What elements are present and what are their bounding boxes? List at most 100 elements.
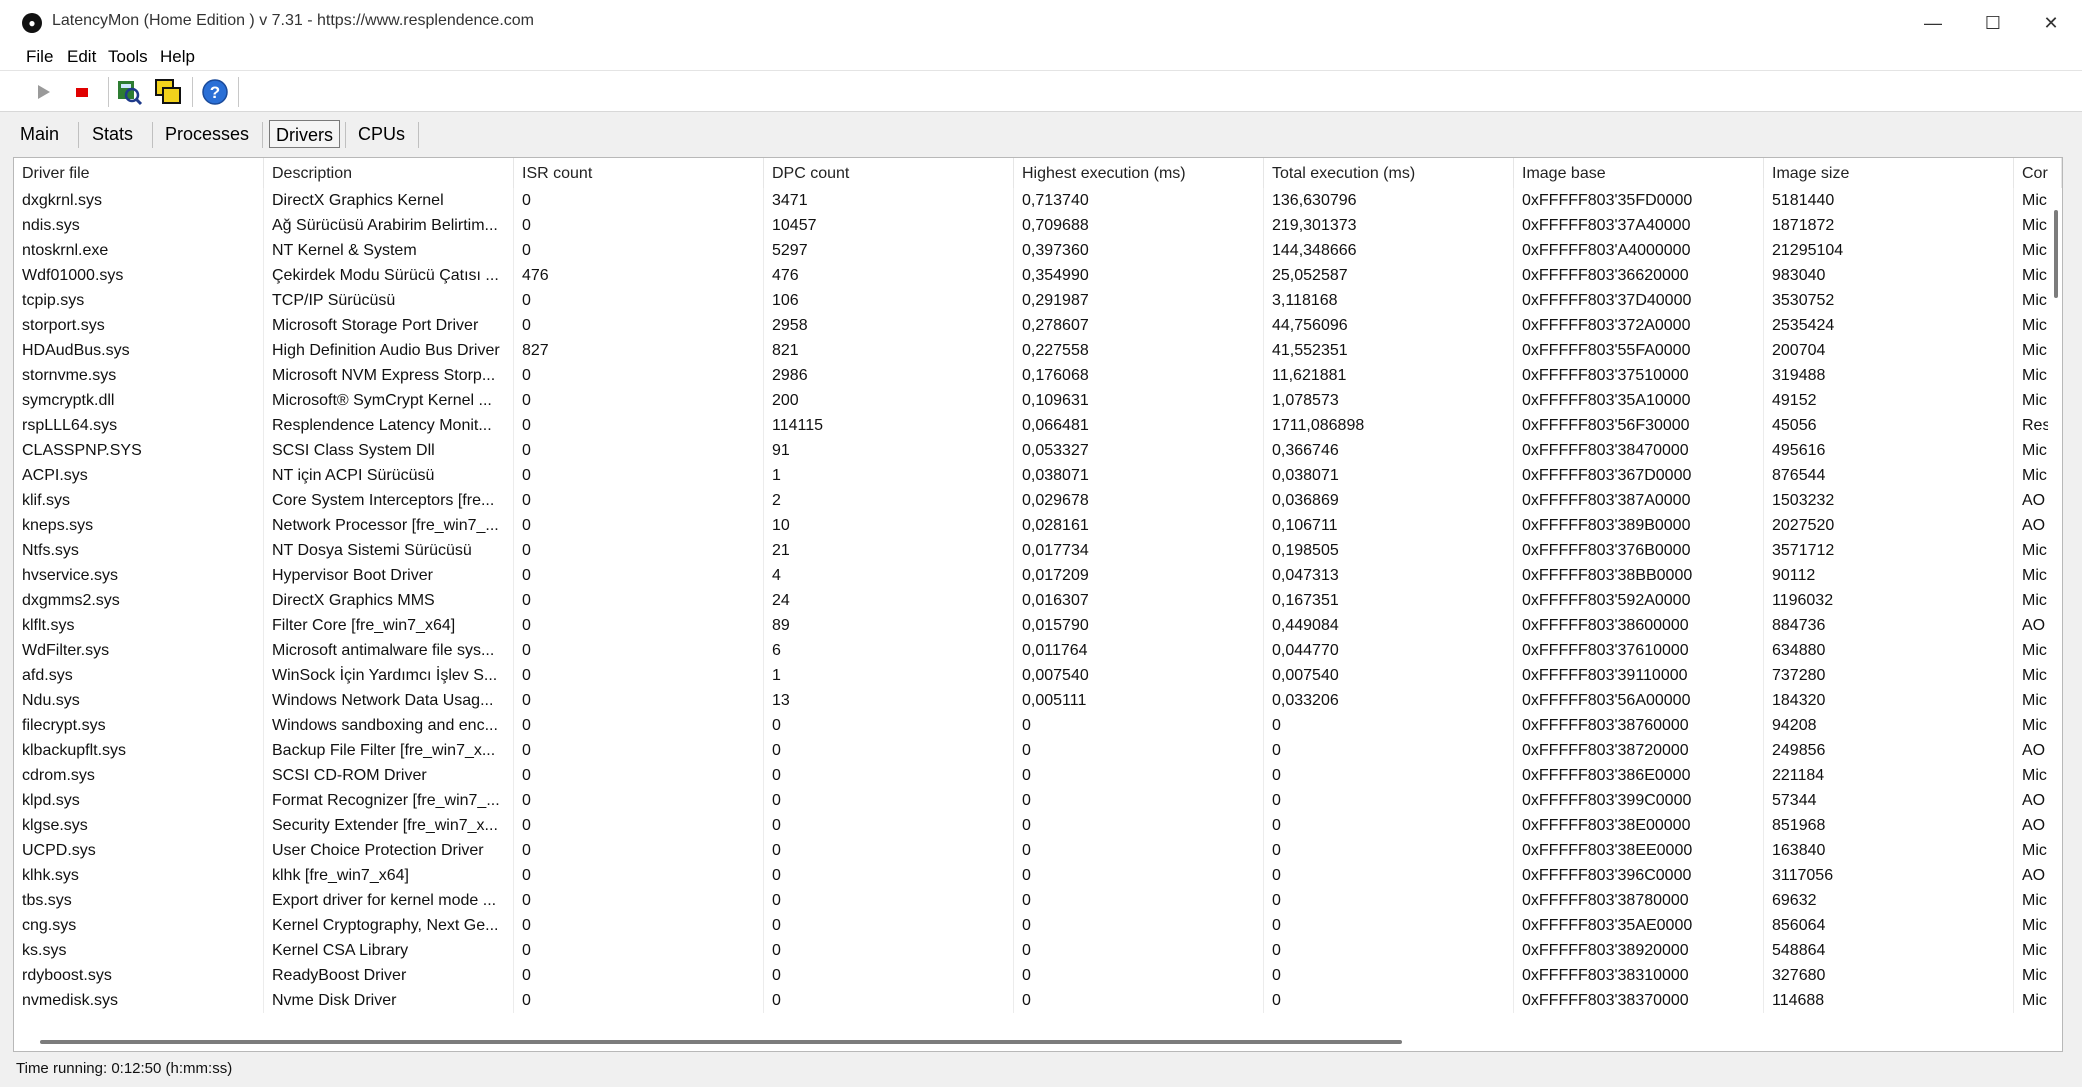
cell-total-execution: 0,038071 — [1264, 463, 1514, 488]
cell-image-base: 0xFFFFF803'56F30000 — [1514, 413, 1764, 438]
table-row[interactable]: klhk.sys klhk [fre_win7_x64] 0 0 0 0 0xFFFFF80… — [14, 863, 2062, 888]
table-row[interactable]: klgse.sys Security Extender [fre_win7_x..… — [14, 813, 2062, 838]
table-row[interactable]: hvservice.sys Hypervisor Boot Driver 0 4 0,0… — [14, 563, 2062, 588]
cell-driver-file: rdyboost.sys — [14, 963, 264, 988]
table-row[interactable]: dxgmms2.sys DirectX Graphics MMS 0 24 0,0163… — [14, 588, 2062, 613]
table-row[interactable]: stornvme.sys Microsoft NVM Express Storp.… — [14, 363, 2062, 388]
table-row[interactable]: HDAudBus.sys High Definition Audio Bus Dr… — [14, 338, 2062, 363]
cell-isr-count: 0 — [514, 713, 764, 738]
cell-highest-execution: 0 — [1014, 813, 1264, 838]
table-row[interactable]: Ntfs.sys NT Dosya Sistemi Sürücüsü 0 21 0,01… — [14, 538, 2062, 563]
cell-driver-file: Ntfs.sys — [14, 538, 264, 563]
table-row[interactable]: dxgkrnl.sys DirectX Graphics Kernel 0 3471 0… — [14, 188, 2062, 213]
column-header-company[interactable]: Cor — [2014, 158, 2062, 188]
horizontal-scrollbar[interactable] — [14, 1031, 2048, 1051]
vertical-scroll-thumb[interactable] — [2054, 210, 2058, 298]
cell-isr-count: 0 — [514, 963, 764, 988]
column-header-isr-count[interactable]: ISR count — [514, 158, 764, 188]
table-row[interactable]: nvmedisk.sys Nvme Disk Driver 0 0 0 0 0xFFFFF8… — [14, 988, 2062, 1013]
tab-cpus[interactable]: CPUs — [352, 120, 411, 148]
column-header-image-size[interactable]: Image size — [1764, 158, 2014, 188]
table-row[interactable]: afd.sys WinSock İçin Yardımcı İşlev S... 0… — [14, 663, 2062, 688]
cell-image-base: 0xFFFFF803'399C0000 — [1514, 788, 1764, 813]
cell-description: Hypervisor Boot Driver — [264, 563, 514, 588]
cell-image-base: 0xFFFFF803'A4000000 — [1514, 238, 1764, 263]
close-button[interactable]: ✕ — [2020, 0, 2082, 46]
cell-image-size: 5181440 — [1764, 188, 2014, 213]
cell-highest-execution: 0,354990 — [1014, 263, 1264, 288]
table-row[interactable]: ndis.sys Ağ Sürücüsü Arabirim Belirtim...… — [14, 213, 2062, 238]
menu-edit[interactable]: Edit — [67, 47, 96, 67]
tab-main[interactable]: Main — [14, 120, 65, 148]
cell-driver-file: ndis.sys — [14, 213, 264, 238]
cell-dpc-count: 821 — [764, 338, 1014, 363]
table-row[interactable]: ntoskrnl.exe NT Kernel & System 0 5297 0,397… — [14, 238, 2062, 263]
table-row[interactable]: tcpip.sys TCP/IP Sürücüsü 0 106 0,291987 3,11… — [14, 288, 2062, 313]
vertical-scrollbar[interactable] — [2048, 188, 2062, 1028]
table-row[interactable]: CLASSPNP.SYS SCSI Class System Dll 0 91 0,05… — [14, 438, 2062, 463]
table-row[interactable]: cdrom.sys SCSI CD-ROM Driver 0 0 0 0 0xFFFFF80… — [14, 763, 2062, 788]
table-row[interactable]: rspLLL64.sys Resplendence Latency Monit..… — [14, 413, 2062, 438]
window-title: LatencyMon (Home Edition ) v 7.31 - http… — [52, 12, 534, 29]
cell-description: Windows sandboxing and enc... — [264, 713, 514, 738]
table-row[interactable]: klif.sys Core System Interceptors [fre...… — [14, 488, 2062, 513]
cell-highest-execution: 0,017209 — [1014, 563, 1264, 588]
menu-tools[interactable]: Tools — [108, 47, 148, 67]
menu-file[interactable]: File — [26, 47, 53, 67]
svg-text:?: ? — [210, 83, 220, 102]
table-row[interactable]: symcryptk.dll Microsoft® SymCrypt Kernel … — [14, 388, 2062, 413]
cell-image-base: 0xFFFFF803'56A00000 — [1514, 688, 1764, 713]
cell-driver-file: Wdf01000.sys — [14, 263, 264, 288]
column-header-driver-file[interactable]: Driver file — [14, 158, 264, 188]
maximize-button[interactable]: ☐ — [1962, 0, 2024, 46]
tab-processes[interactable]: Processes — [159, 120, 255, 148]
table-row[interactable]: UCPD.sys User Choice Protection Driver 0 0 0… — [14, 838, 2062, 863]
horizontal-scroll-thumb[interactable] — [40, 1040, 1402, 1044]
column-header-total-execution[interactable]: Total execution (ms) — [1264, 158, 1514, 188]
cell-image-size: 69632 — [1764, 888, 2014, 913]
cell-isr-count: 0 — [514, 188, 764, 213]
table-row[interactable]: tbs.sys Export driver for kernel mode ...… — [14, 888, 2062, 913]
windows-icon[interactable] — [153, 77, 183, 107]
column-header-description[interactable]: Description — [264, 158, 514, 188]
column-header-dpc-count[interactable]: DPC count — [764, 158, 1014, 188]
table-row[interactable]: rdyboost.sys ReadyBoost Driver 0 0 0 0 0xFFFFF… — [14, 963, 2062, 988]
column-header-highest-execution[interactable]: Highest execution (ms) — [1014, 158, 1264, 188]
table-row[interactable]: klflt.sys Filter Core [fre_win7_x64] 0 89 0,… — [14, 613, 2062, 638]
menu-help[interactable]: Help — [160, 47, 195, 67]
cell-image-size: 200704 — [1764, 338, 2014, 363]
table-row[interactable]: storport.sys Microsoft Storage Port Drive… — [14, 313, 2062, 338]
cell-isr-count: 0 — [514, 813, 764, 838]
minimize-button[interactable]: — — [1902, 0, 1964, 46]
cell-highest-execution: 0 — [1014, 863, 1264, 888]
drivers-table[interactable]: Driver file Description ISR count DPC count… — [13, 157, 2063, 1052]
cell-driver-file: ks.sys — [14, 938, 264, 963]
cell-description: Microsoft antimalware file sys... — [264, 638, 514, 663]
cell-dpc-count: 0 — [764, 888, 1014, 913]
cell-dpc-count: 1 — [764, 663, 1014, 688]
cell-highest-execution: 0 — [1014, 888, 1264, 913]
table-row[interactable]: klbackupflt.sys Backup File Filter [fre_w… — [14, 738, 2062, 763]
status-bar: Time running: 0:12:50 (h:mm:ss) — [16, 1060, 233, 1077]
cell-isr-count: 476 — [514, 263, 764, 288]
table-row[interactable]: ACPI.sys NT için ACPI Sürücüsü 0 1 0,038071 0… — [14, 463, 2062, 488]
cell-highest-execution: 0,005111 — [1014, 688, 1264, 713]
tab-stats[interactable]: Stats — [86, 120, 139, 148]
driver-search-icon[interactable] — [114, 77, 144, 107]
column-header-image-base[interactable]: Image base — [1514, 158, 1764, 188]
tab-drivers[interactable]: Drivers — [269, 120, 340, 148]
table-row[interactable]: Wdf01000.sys Çekirdek Modu Sürücü Çatısı … — [14, 263, 2062, 288]
table-row[interactable]: Ndu.sys Windows Network Data Usag... 0 13 0,… — [14, 688, 2062, 713]
cell-isr-count: 0 — [514, 513, 764, 538]
table-row[interactable]: WdFilter.sys Microsoft antimalware file s… — [14, 638, 2062, 663]
table-row[interactable]: kneps.sys Network Processor [fre_win7_...… — [14, 513, 2062, 538]
stop-icon[interactable] — [67, 77, 97, 107]
table-row[interactable]: cng.sys Kernel Cryptography, Next Ge... 0 0… — [14, 913, 2062, 938]
table-row[interactable]: klpd.sys Format Recognizer [fre_win7_... 0… — [14, 788, 2062, 813]
table-row[interactable]: filecrypt.sys Windows sandboxing and enc.… — [14, 713, 2062, 738]
cell-total-execution: 144,348666 — [1264, 238, 1514, 263]
cell-driver-file: tbs.sys — [14, 888, 264, 913]
table-row[interactable]: ks.sys Kernel CSA Library 0 0 0 0 0xFFFFF803'3… — [14, 938, 2062, 963]
play-icon[interactable] — [28, 77, 58, 107]
help-icon[interactable]: ? — [200, 77, 230, 107]
